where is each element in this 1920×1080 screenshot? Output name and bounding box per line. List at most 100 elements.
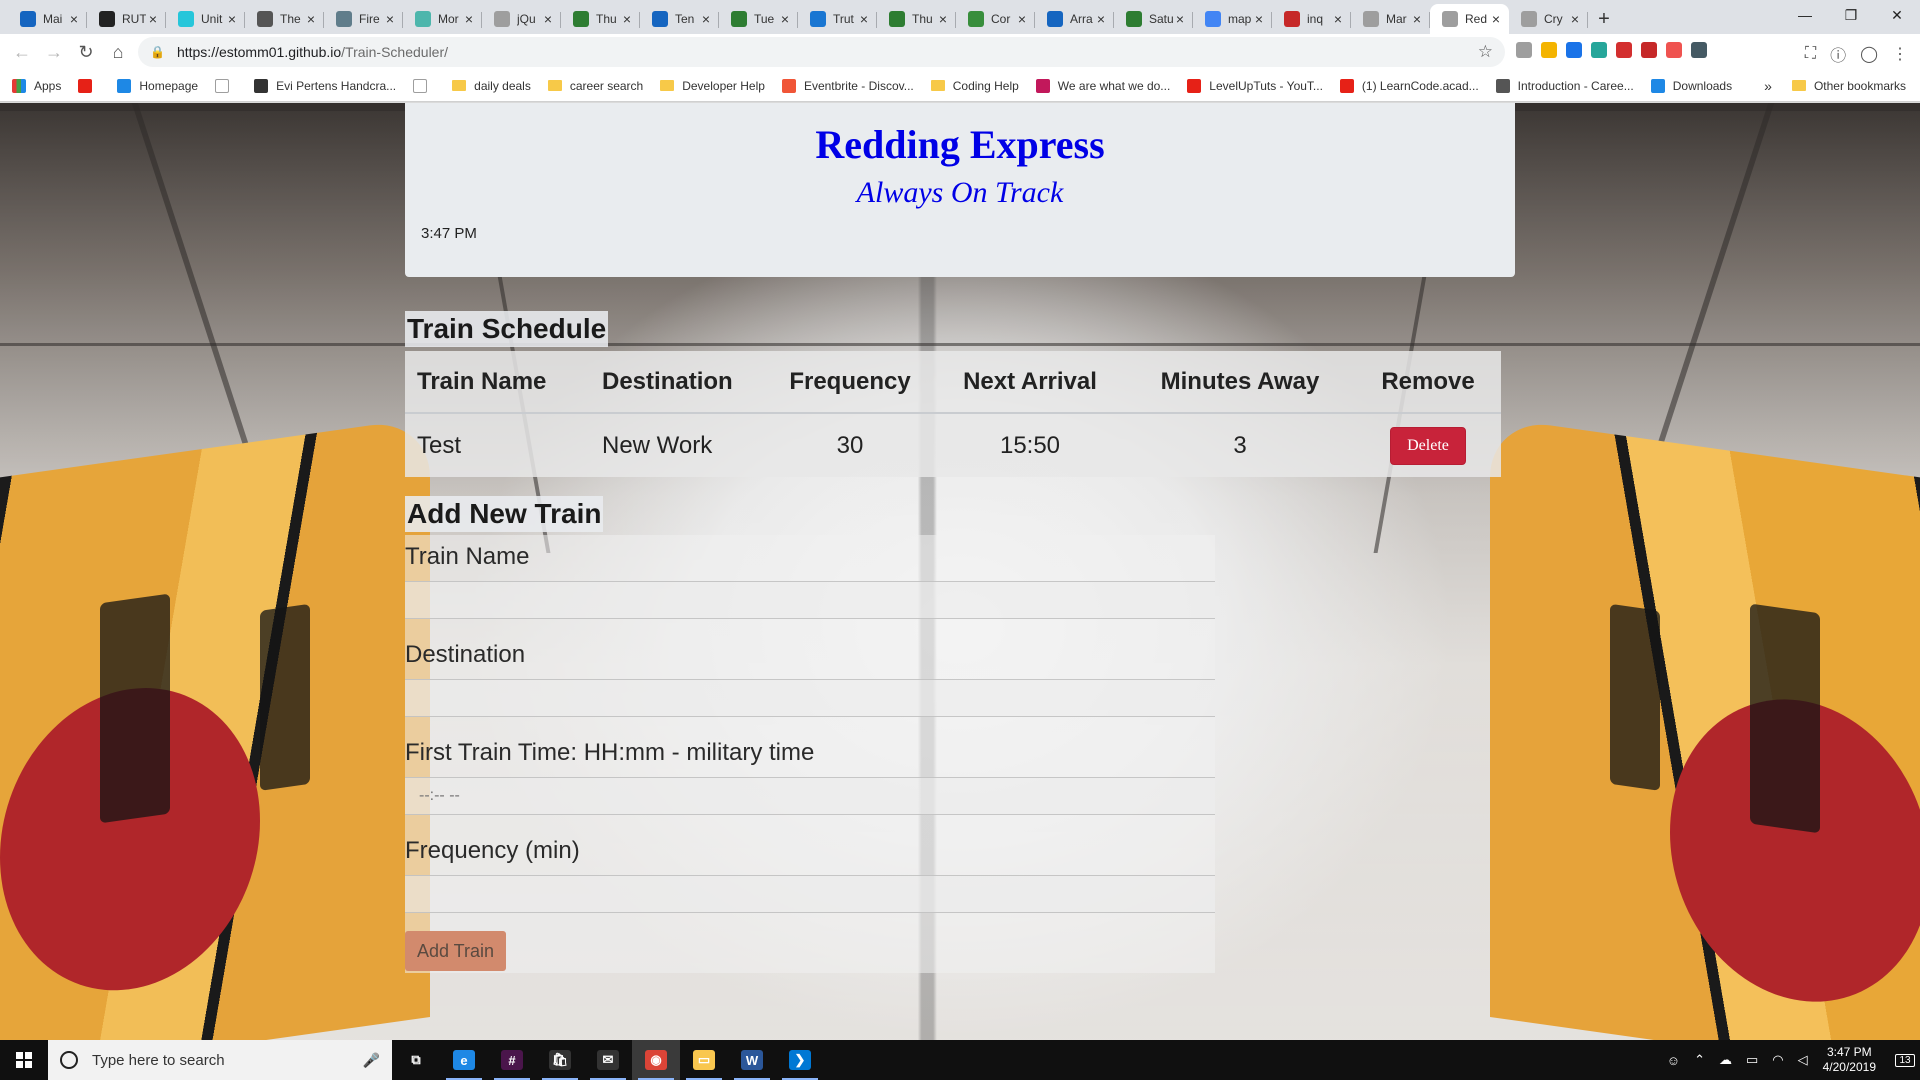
close-tab-icon[interactable]: × [1410, 11, 1424, 27]
forward-button[interactable]: → [38, 36, 70, 68]
close-tab-icon[interactable]: × [541, 11, 555, 27]
close-tab-icon[interactable]: × [936, 11, 950, 27]
close-tab-icon[interactable]: × [462, 11, 476, 27]
close-tab-icon[interactable]: × [383, 11, 397, 27]
bookmark-item[interactable] [413, 78, 435, 93]
extension-icon[interactable] [1641, 42, 1657, 58]
bookmark-item[interactable]: Developer Help [660, 79, 765, 93]
action-center-icon[interactable]: 13 [1890, 1040, 1920, 1080]
browser-tab[interactable]: Cor × [956, 4, 1035, 34]
start-button[interactable] [0, 1040, 48, 1080]
taskbar-app-button[interactable]: ✉ [584, 1040, 632, 1080]
close-window-button[interactable]: ✕ [1874, 0, 1920, 30]
bookmark-item[interactable]: daily deals [452, 79, 531, 93]
close-tab-icon[interactable]: × [1015, 11, 1029, 27]
new-tab-button[interactable]: + [1588, 4, 1620, 34]
close-tab-icon[interactable]: × [699, 11, 713, 27]
browser-tab[interactable]: Mai × [8, 4, 87, 34]
onedrive-icon[interactable]: ☁ [1719, 1052, 1732, 1068]
extension-icon[interactable] [1516, 42, 1532, 58]
close-tab-icon[interactable]: × [778, 11, 792, 27]
close-tab-icon[interactable]: × [857, 11, 871, 27]
browser-tab[interactable]: Thu × [877, 4, 956, 34]
bookmark-item[interactable] [215, 78, 237, 93]
close-tab-icon[interactable]: × [620, 11, 634, 27]
browser-tab[interactable]: Unit × [166, 4, 245, 34]
taskbar-clock[interactable]: 3:47 PM 4/20/2019 [1823, 1045, 1876, 1075]
address-bar[interactable]: 🔒 https://estomm01.github.io/Train-Sched… [138, 37, 1505, 67]
volume-icon[interactable]: ◁ [1798, 1052, 1808, 1068]
back-button[interactable]: ← [6, 36, 38, 68]
train-name-input[interactable] [405, 581, 1215, 619]
bookmark-item[interactable]: LevelUpTuts - YouT... [1187, 78, 1323, 93]
bookmark-item[interactable]: Apps [12, 78, 61, 93]
delete-train-button[interactable]: Delete [1390, 426, 1466, 465]
bookmark-star-icon[interactable]: ☆ [1478, 42, 1493, 62]
browser-tab[interactable]: jQu × [482, 4, 561, 34]
taskbar-search[interactable]: Type here to search 🎤 [48, 1040, 392, 1080]
browser-tab[interactable]: Mar × [1351, 4, 1430, 34]
taskbar-app-button[interactable]: ❯ [776, 1040, 824, 1080]
destination-input[interactable] [405, 679, 1215, 717]
more-bookmarks-button[interactable]: » [1764, 78, 1772, 94]
add-train-button[interactable]: Add Train [405, 931, 506, 971]
close-tab-icon[interactable]: × [304, 11, 318, 27]
browser-tab[interactable]: Ten × [640, 4, 719, 34]
maximize-button[interactable]: ❐ [1828, 0, 1874, 30]
extension-icon[interactable] [1591, 42, 1607, 58]
bookmark-item[interactable]: (1) LearnCode.acad... [1339, 78, 1479, 93]
people-icon[interactable]: ☺ [1667, 1053, 1680, 1068]
extension-icon[interactable] [1541, 42, 1557, 58]
browser-tab[interactable]: Red × [1430, 4, 1509, 34]
reload-button[interactable]: ↻ [70, 36, 102, 68]
bookmark-item[interactable]: We are what we do... [1035, 78, 1170, 93]
frequency-input[interactable] [405, 875, 1215, 913]
wifi-icon[interactable]: ◠ [1772, 1052, 1783, 1068]
close-tab-icon[interactable]: × [1252, 11, 1266, 27]
taskbar-app-button[interactable]: W [728, 1040, 776, 1080]
other-bookmarks-button[interactable]: Other bookmarks [1814, 79, 1906, 93]
close-tab-icon[interactable]: × [67, 11, 81, 27]
browser-tab[interactable]: map × [1193, 4, 1272, 34]
bookmark-item[interactable]: Coding Help [930, 79, 1019, 93]
extension-icon[interactable] [1666, 42, 1682, 58]
taskbar-app-button[interactable]: e [440, 1040, 488, 1080]
home-button[interactable]: ⌂ [102, 36, 134, 68]
info-icon[interactable]: ⓘ [1830, 42, 1846, 66]
close-tab-icon[interactable]: × [1331, 11, 1345, 27]
browser-tab[interactable]: Satu × [1114, 4, 1193, 34]
close-tab-icon[interactable]: × [225, 11, 239, 27]
battery-icon[interactable]: ▭ [1746, 1052, 1758, 1068]
taskbar-app-button[interactable]: ◉ [632, 1040, 680, 1080]
extension-icon[interactable] [1566, 42, 1582, 58]
bookmark-item[interactable] [78, 78, 100, 93]
close-tab-icon[interactable]: × [1568, 11, 1582, 27]
extension-icon[interactable] [1691, 42, 1707, 58]
bookmark-item[interactable]: Homepage [117, 78, 198, 93]
bookmark-item[interactable]: Downloads [1650, 78, 1732, 93]
bookmark-item[interactable]: Evi Pertens Handcra... [254, 78, 396, 93]
extension-icon[interactable] [1616, 42, 1632, 58]
show-hidden-icons[interactable]: ⌃ [1694, 1052, 1705, 1068]
menu-kebab-icon[interactable]: ⋮ [1892, 44, 1908, 64]
browser-tab[interactable]: Arra × [1035, 4, 1114, 34]
bookmark-item[interactable]: Eventbrite - Discov... [781, 78, 914, 93]
microphone-icon[interactable]: 🎤 [363, 1052, 380, 1069]
browser-tab[interactable]: Trut × [798, 4, 877, 34]
profile-avatar-icon[interactable]: ◯ [1860, 44, 1878, 64]
taskbar-app-button[interactable]: # [488, 1040, 536, 1080]
close-tab-icon[interactable]: × [1094, 11, 1108, 27]
taskbar-app-button[interactable]: ⧉ [392, 1040, 440, 1080]
minimize-button[interactable]: — [1782, 0, 1828, 30]
browser-tab[interactable]: Cry × [1509, 4, 1588, 34]
screenshot-icon[interactable]: ⛶ [1805, 45, 1816, 63]
taskbar-app-button[interactable]: ▭ [680, 1040, 728, 1080]
browser-tab[interactable]: Mor × [403, 4, 482, 34]
browser-tab[interactable]: The × [245, 4, 324, 34]
browser-tab[interactable]: RUT × [87, 4, 166, 34]
taskbar-app-button[interactable]: 🛍 [536, 1040, 584, 1080]
close-tab-icon[interactable]: × [1489, 11, 1503, 27]
bookmark-item[interactable]: Introduction - Caree... [1495, 78, 1634, 93]
browser-tab[interactable]: Thu × [561, 4, 640, 34]
browser-tab[interactable]: Fire × [324, 4, 403, 34]
